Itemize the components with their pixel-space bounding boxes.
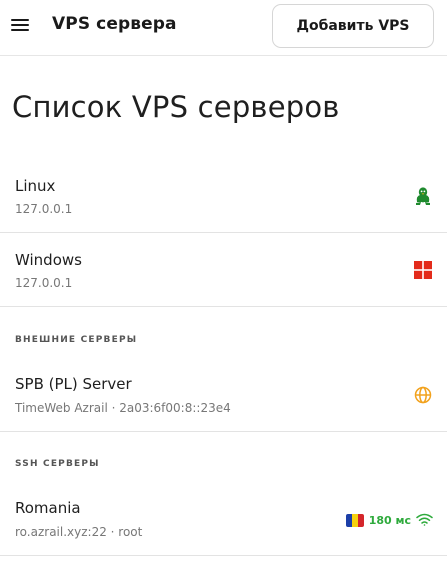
app-title: VPS сервера bbox=[52, 14, 177, 34]
server-address: 127.0.0.1 bbox=[15, 202, 73, 216]
hamburger-menu-icon[interactable] bbox=[11, 17, 29, 31]
server-row-linux[interactable]: Linux 127.0.0.1 bbox=[0, 159, 447, 233]
windows-icon bbox=[414, 261, 432, 283]
section-label-external: ВНЕШНИЕ СЕРВЕРЫ bbox=[15, 335, 138, 345]
server-name: Romania bbox=[15, 499, 81, 517]
server-name: Windows bbox=[15, 251, 82, 269]
romania-flag-icon bbox=[345, 514, 364, 527]
server-row-spb[interactable]: SPB (PL) Server TimeWeb Azrail · 2a03:6f… bbox=[0, 358, 447, 432]
add-vps-button[interactable]: Добавить VPS bbox=[272, 4, 434, 48]
server-address: TimeWeb Azrail · 2a03:6f00:8::23e4 bbox=[15, 401, 231, 415]
wifi-icon bbox=[416, 511, 433, 530]
linux-penguin-icon bbox=[414, 186, 432, 210]
server-row-windows[interactable]: Windows 127.0.0.1 bbox=[0, 233, 447, 307]
section-label-ssh: SSH СЕРВЕРЫ bbox=[15, 459, 100, 469]
server-address: ro.azrail.xyz:22 · root bbox=[15, 525, 143, 539]
server-address: 127.0.0.1 bbox=[15, 276, 73, 290]
ping-value: 180 мс bbox=[368, 514, 411, 527]
server-name: SPB (PL) Server bbox=[15, 375, 132, 393]
server-row-romania[interactable]: Romania ro.azrail.xyz:22 · root 180 мс bbox=[0, 482, 447, 556]
server-name: Linux bbox=[15, 177, 56, 195]
globe-icon bbox=[414, 386, 432, 408]
ping-indicator: 180 мс bbox=[345, 511, 433, 530]
page-title: Список VPS серверов bbox=[12, 90, 340, 124]
app-header: VPS сервера Добавить VPS bbox=[0, 0, 447, 56]
